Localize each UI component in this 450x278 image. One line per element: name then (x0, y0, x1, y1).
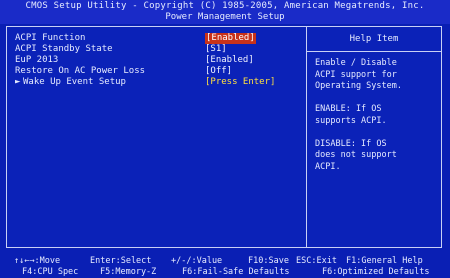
key-hint-fail-safe: F6:Fail-Safe Defaults (182, 267, 290, 277)
triangle-right-icon: ► (15, 77, 21, 87)
setting-label: ACPI Function (15, 33, 86, 43)
help-body: Enable / Disable ACPI support for Operat… (307, 52, 441, 191)
setting-value[interactable]: [Off] (205, 66, 232, 77)
key-hint-move: ↑↓←→:Move (14, 256, 61, 266)
key-hint-select: Enter:Select (90, 256, 152, 266)
main-frame: ACPI Function [Enabled] ACPI Standby Sta… (6, 26, 442, 248)
title-bar: CMOS Setup Utility - Copyright (C) 1985-… (0, 0, 450, 24)
setting-label: Restore On AC Power Loss (15, 66, 146, 76)
setting-value[interactable]: [Press Enter] (205, 77, 275, 88)
key-hint-value: +/-/:Value (171, 256, 223, 266)
help-text: Enable / Disable ACPI support for Operat… (315, 58, 402, 91)
setting-value[interactable]: [Enabled] (205, 33, 256, 44)
key-legend: ↑↓←→:Move Enter:Select +/-/:Value F10:Sa… (0, 252, 450, 278)
key-hint-exit: ESC:Exit (296, 256, 337, 266)
key-hint-help: F1:General Help (346, 256, 423, 266)
help-text: DISABLE: If OS does not support ACPI. (315, 138, 397, 172)
utility-title: CMOS Setup Utility - Copyright (C) 1985-… (25, 1, 425, 11)
settings-pane: ACPI Function [Enabled] ACPI Standby Sta… (7, 27, 306, 247)
setting-value[interactable]: [S1] (205, 44, 227, 55)
page-title: Power Management Setup (165, 12, 285, 22)
key-hint-save: F10:Save (248, 256, 289, 266)
setting-acpi-standby-state[interactable]: ACPI Standby State [S1] (15, 44, 300, 55)
help-title: Help Item (307, 27, 441, 52)
setting-label: ► Wake Up Event Setup (15, 77, 126, 88)
setting-label: EuP 2013 (15, 55, 59, 65)
setting-acpi-function[interactable]: ACPI Function [Enabled] (15, 33, 300, 44)
setting-label: ACPI Standby State (15, 44, 113, 54)
setting-restore-ac-power-loss[interactable]: Restore On AC Power Loss [Off] (15, 66, 300, 77)
setting-eup-2013[interactable]: EuP 2013 [Enabled] (15, 55, 300, 66)
key-hint-optimized: F6:Optimized Defaults (322, 267, 430, 277)
setting-label-text: Wake Up Event Setup (23, 77, 126, 87)
key-hint-cpu-spec: F4:CPU Spec (22, 267, 79, 277)
help-pane: Help Item Enable / Disable ACPI support … (307, 27, 441, 247)
help-text: ENABLE: If OS supports ACPI. (315, 104, 387, 126)
setting-value[interactable]: [Enabled] (205, 55, 254, 66)
setting-wake-up-event-setup[interactable]: ► Wake Up Event Setup [Press Enter] (15, 77, 300, 88)
key-hint-memory: F5:Memory-Z (100, 267, 157, 277)
